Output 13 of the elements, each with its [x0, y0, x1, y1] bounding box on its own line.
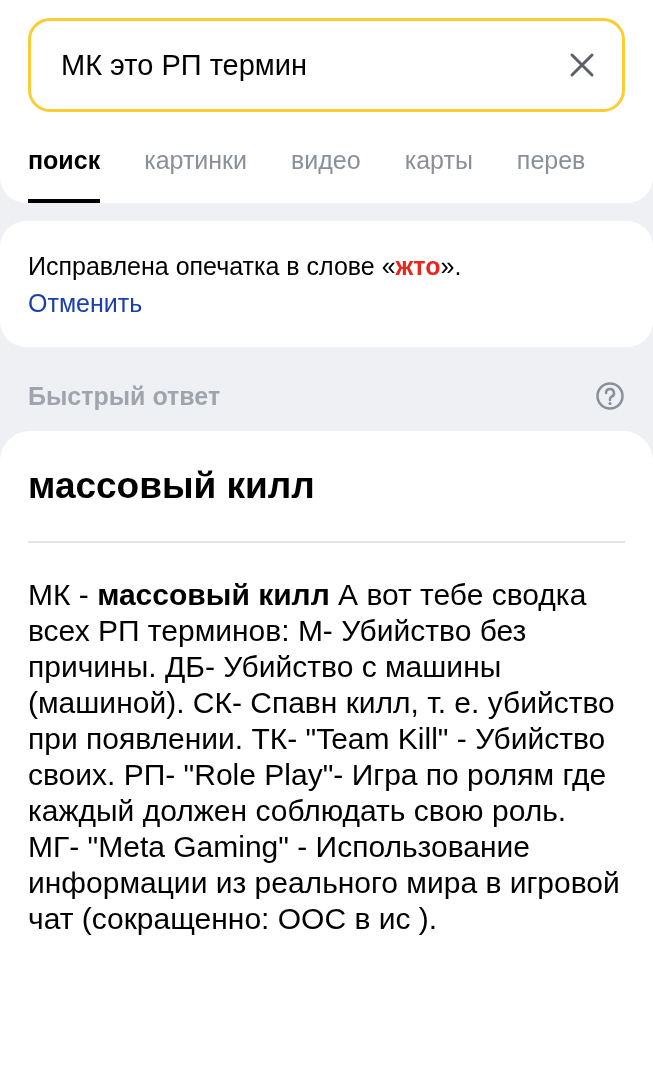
answer-title: массовый килл	[28, 465, 625, 543]
correction-text: Исправлена опечатка в слове «жто».	[28, 251, 463, 282]
search-field[interactable]: МК это РП термин	[28, 18, 625, 112]
help-icon[interactable]	[595, 381, 625, 411]
section-label: Быстрый ответ	[28, 381, 221, 411]
tab[interactable]: перев	[516, 138, 586, 203]
answer-text: МК - массовый килл А вот тебе сводка всех РП терминов: М- Убийство без причины. ДБ- Убийство с машины (машиной). СК- Спавн килл, т. е. убийство при появлении. ТК- "Team Kill" - Убийство своих. РП- "Role Play"- Игра по ролям где каждый должен соблюдать свою роль. МГ- "Meta Gaming" - Использование информации из реального мира в игровой чат (сокращенно: ООС в ис ).	[28, 577, 621, 937]
tab[interactable]: карты	[404, 138, 473, 203]
tab[interactable]: картинки	[144, 138, 248, 203]
close-icon[interactable]	[569, 52, 595, 78]
tab[interactable]: поиск	[28, 138, 101, 203]
tab[interactable]: видео	[291, 138, 361, 203]
undo-link[interactable]: Отменить	[28, 285, 143, 321]
